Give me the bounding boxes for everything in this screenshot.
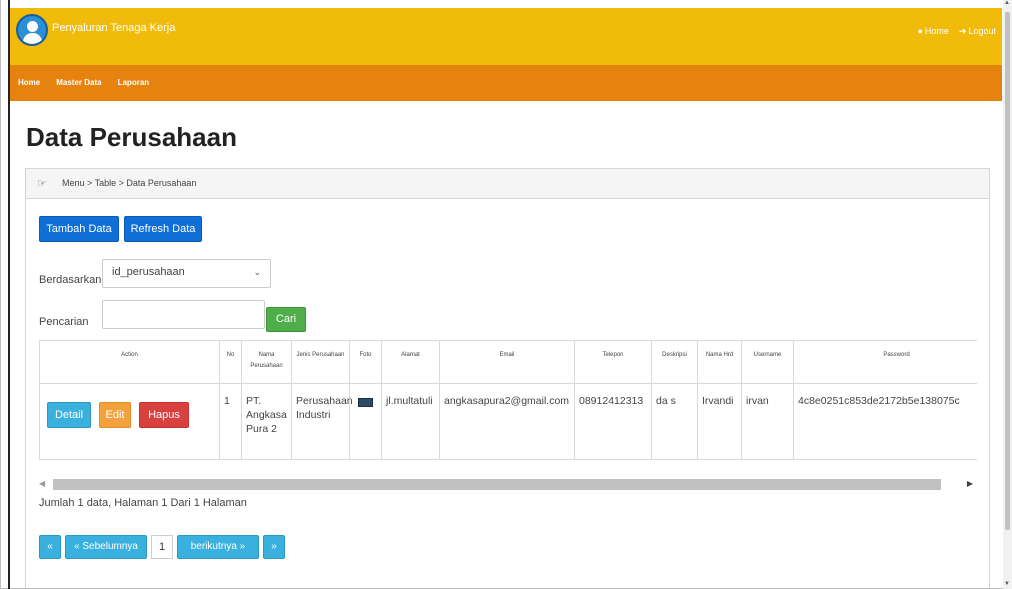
breadcrumb: Menu > Table > Data Perusahaan — [62, 178, 197, 188]
table-row: Detail Edit Hapus 1 PT. Angkasa Pura 2 P… — [39, 383, 977, 460]
refresh-data-button[interactable]: Refresh Data — [124, 216, 202, 242]
pagination: « « Sebelumnya 1 berikutnya » » — [39, 535, 285, 559]
company-photo-thumbnail — [358, 398, 373, 407]
col-header-deskripsi: Deskripsi — [651, 340, 698, 384]
col-header-jenis-perusahaan: Jenis Perusahaan — [291, 340, 350, 384]
scrollbar-thumb[interactable] — [53, 479, 941, 490]
cell-email: angkasapura2@gmail.com — [439, 383, 575, 460]
cell-password: 4c8e0251c853de2172b5e138075c — [793, 383, 977, 460]
prev-page-button[interactable]: « Sebelumnya — [65, 535, 147, 559]
search-label: Pencarian — [39, 316, 89, 328]
action-cell: Detail Edit Hapus — [39, 383, 220, 460]
hand-pointer-icon: ☞ — [37, 178, 47, 190]
col-header-password: Password — [793, 340, 977, 384]
app-title: Penyaluran Tenaga Kerja — [52, 22, 176, 34]
search-button[interactable]: Cari — [266, 307, 306, 332]
logout-icon: ➜ — [958, 26, 967, 36]
logout-link[interactable]: ➜ Logout — [959, 26, 996, 37]
logout-link-label: Logout — [968, 26, 996, 36]
col-header-nama-hrd: Nama Hrd — [697, 340, 742, 384]
nav-item-master-data[interactable]: Master Data — [56, 78, 101, 87]
nav-item-laporan[interactable]: Laporan — [118, 78, 150, 87]
cell-nama-perusahaan: PT. Angkasa Pura 2 — [241, 383, 292, 460]
table-horizontal-scrollbar[interactable]: ◀ ▶ — [39, 477, 977, 492]
cell-alamat: jl.multatuli — [381, 383, 440, 460]
search-input[interactable] — [102, 300, 265, 329]
current-page[interactable]: 1 — [151, 535, 173, 559]
first-page-button[interactable]: « — [39, 535, 61, 559]
col-header-no: No — [219, 340, 242, 384]
scroll-left-arrow-icon[interactable]: ◀ — [39, 479, 45, 488]
user-logo-icon — [16, 14, 48, 46]
scroll-down-arrow-icon[interactable]: ▼ — [1004, 581, 1010, 587]
chevron-down-icon: ⌄ — [253, 267, 261, 277]
home-link[interactable]: ● Home — [917, 26, 948, 37]
user-icon: ● — [917, 26, 923, 36]
cell-foto — [349, 383, 382, 460]
main-nav: Home Master Data Laporan — [10, 65, 1002, 101]
data-table: Action No Nama Perusahaan Jenis Perusaha… — [39, 340, 977, 460]
cell-no: 1 — [219, 383, 242, 460]
data-table-container: Action No Nama Perusahaan Jenis Perusaha… — [39, 340, 977, 460]
page-title: Data Perusahaan — [26, 122, 237, 152]
top-right-links: ● Home ➜ Logout — [917, 26, 996, 37]
col-header-action: Action — [39, 340, 220, 384]
last-page-button[interactable]: » — [263, 535, 285, 559]
page-vertical-scrollbar[interactable]: ▲ ▼ — [1003, 0, 1012, 589]
delete-button[interactable]: Hapus — [139, 402, 189, 428]
scroll-up-arrow-icon[interactable]: ▲ — [1004, 0, 1010, 6]
cell-nama-hrd: Irvandi — [697, 383, 742, 460]
col-header-nama-perusahaan: Nama Perusahaan — [241, 340, 292, 384]
edit-button[interactable]: Edit — [99, 402, 131, 428]
home-link-label: Home — [924, 26, 949, 36]
cell-jenis-perusahaan: Perusahaan Industri — [291, 383, 353, 460]
col-header-telepon: Telepon — [574, 340, 652, 384]
pagination-info: Jumlah 1 data, Halaman 1 Dari 1 Halaman — [39, 497, 247, 509]
col-header-email: Email — [439, 340, 575, 384]
cell-telepon: 08912412313 — [574, 383, 652, 460]
table-header-row: Action No Nama Perusahaan Jenis Perusaha… — [39, 340, 977, 384]
cell-username: irvan — [741, 383, 794, 460]
detail-button[interactable]: Detail — [47, 402, 91, 428]
add-data-button[interactable]: Tambah Data — [39, 216, 119, 242]
col-header-foto: Foto — [349, 340, 382, 384]
page-scrollbar-thumb[interactable] — [1005, 12, 1010, 530]
filter-by-select[interactable]: id_perusahaan ⌄ — [102, 259, 271, 288]
cell-deskripsi: da s — [651, 383, 698, 460]
col-header-alamat: Alamat — [381, 340, 440, 384]
scroll-right-arrow-icon[interactable]: ▶ — [967, 479, 973, 488]
filter-by-value: id_perusahaan — [112, 266, 185, 278]
col-header-username: Username — [741, 340, 794, 384]
nav-item-home[interactable]: Home — [18, 78, 40, 87]
breadcrumb-bar: ☞ Menu > Table > Data Perusahaan — [26, 169, 989, 199]
filter-by-label: Berdasarkan : — [39, 274, 108, 286]
next-page-button[interactable]: berikutnya » — [177, 535, 259, 559]
top-header: Penyaluran Tenaga Kerja ● Home ➜ Logout — [10, 8, 1002, 65]
